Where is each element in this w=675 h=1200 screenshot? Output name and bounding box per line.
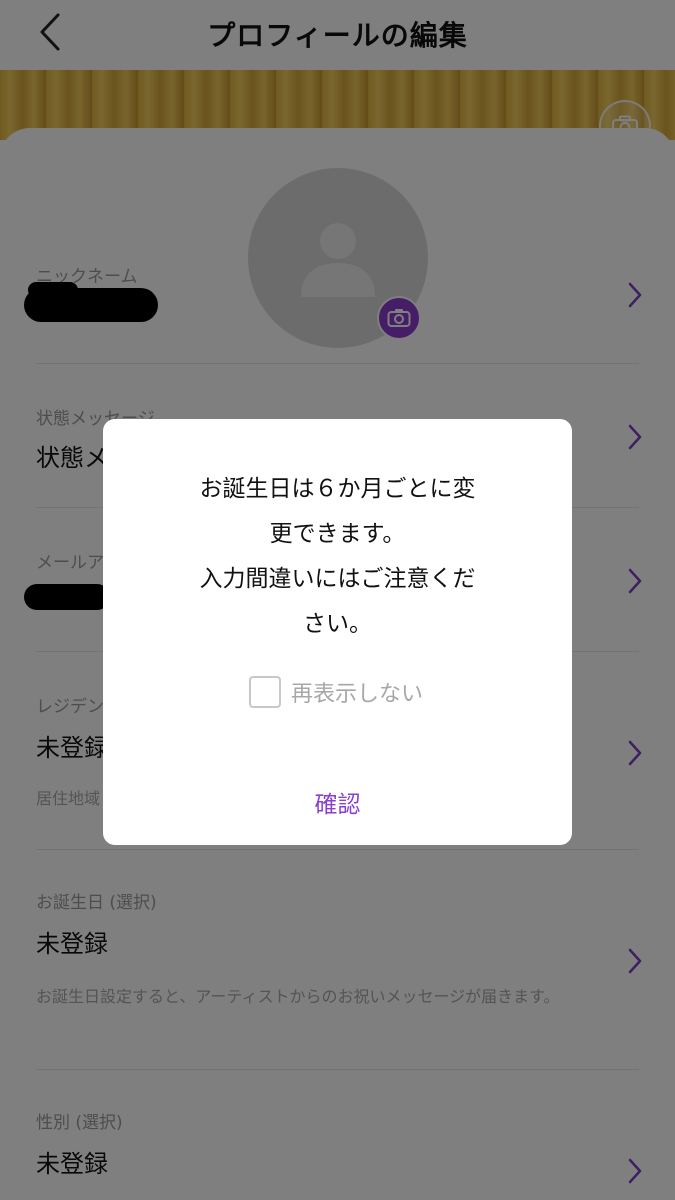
- dont-show-again-checkbox[interactable]: [249, 676, 281, 708]
- dialog-message-line: お誕生日は６か月ごとに変: [199, 476, 476, 502]
- dont-show-again-label: 再表示しない: [291, 682, 424, 707]
- dialog-message-line: 入力間違いにはご注意くだ: [199, 566, 476, 592]
- dialog-message-line: 更できます。: [269, 521, 406, 547]
- dialog-message-line: さい。: [303, 611, 372, 637]
- dont-show-again-option[interactable]: 再表示しない: [249, 675, 423, 709]
- birthday-change-dialog: お誕生日は６か月ごとに変 更できます。 入力間違いにはご注意くだ さい。 再表示…: [103, 419, 572, 845]
- confirm-button[interactable]: 確認: [103, 785, 572, 819]
- profile-edit-screen: プロフィールの編集 ニックネーム: [0, 0, 675, 1200]
- dialog-message: お誕生日は６か月ごとに変 更できます。 入力間違いにはご注意くだ さい。: [163, 467, 512, 647]
